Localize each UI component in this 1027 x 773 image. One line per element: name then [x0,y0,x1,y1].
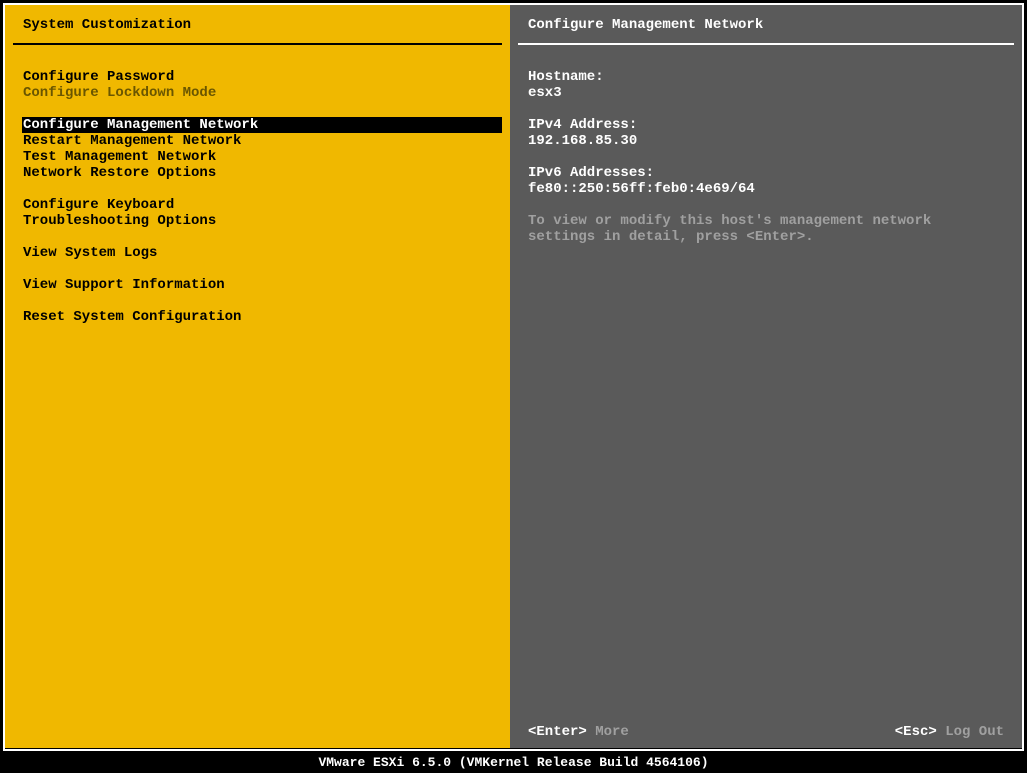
menu-restart-management-network[interactable]: Restart Management Network [23,133,492,149]
esc-action-label: Log Out [945,724,1004,740]
ipv4-section: IPv4 Address: 192.168.85.30 [528,117,1004,149]
left-panel-title: System Customization [5,5,510,43]
ipv6-value: fe80::250:56ff:feb0:4e69/64 [528,181,1004,197]
right-panel-title: Configure Management Network [510,5,1022,43]
menu-configure-password[interactable]: Configure Password [23,69,492,85]
right-panel: Configure Management Network Hostname: e… [510,5,1022,748]
menu-spacer [23,101,492,117]
ipv6-section: IPv6 Addresses: fe80::250:56ff:feb0:4e69… [528,165,1004,197]
footer-hints: <Enter> More <Esc> Log Out [528,724,1004,740]
menu-spacer [23,181,492,197]
enter-hint: <Enter> More [528,724,629,740]
esc-hint: <Esc> Log Out [895,724,1004,740]
enter-action-label: More [595,724,629,740]
left-panel: System Customization Configure Password … [5,5,510,748]
menu-view-support-information[interactable]: View Support Information [23,277,492,293]
detail-hint: To view or modify this host's management… [528,213,1004,245]
menu-test-management-network[interactable]: Test Management Network [23,149,492,165]
menu-configure-lockdown-mode: Configure Lockdown Mode [23,85,492,101]
esc-key-label: <Esc> [895,724,937,740]
menu-troubleshooting-options[interactable]: Troubleshooting Options [23,213,492,229]
ipv6-label: IPv6 Addresses: [528,165,1004,181]
status-bar: VMware ESXi 6.5.0 (VMKernel Release Buil… [0,753,1027,773]
enter-key-label: <Enter> [528,724,587,740]
menu-configure-management-network[interactable]: Configure Management Network [22,117,502,133]
menu-network-restore-options[interactable]: Network Restore Options [23,165,492,181]
menu-spacer [23,261,492,277]
hostname-label: Hostname: [528,69,1004,85]
dcui-screen: System Customization Configure Password … [0,0,1027,773]
menu-list[interactable]: Configure Password Configure Lockdown Mo… [5,45,510,325]
hostname-section: Hostname: esx3 [528,69,1004,101]
hostname-value: esx3 [528,85,1004,101]
menu-reset-system-configuration[interactable]: Reset System Configuration [23,309,492,325]
menu-spacer [23,229,492,245]
ipv4-label: IPv4 Address: [528,117,1004,133]
detail-area: Hostname: esx3 IPv4 Address: 192.168.85.… [510,45,1022,245]
menu-configure-keyboard[interactable]: Configure Keyboard [23,197,492,213]
menu-spacer [23,293,492,309]
menu-view-system-logs[interactable]: View System Logs [23,245,492,261]
ipv4-value: 192.168.85.30 [528,133,1004,149]
